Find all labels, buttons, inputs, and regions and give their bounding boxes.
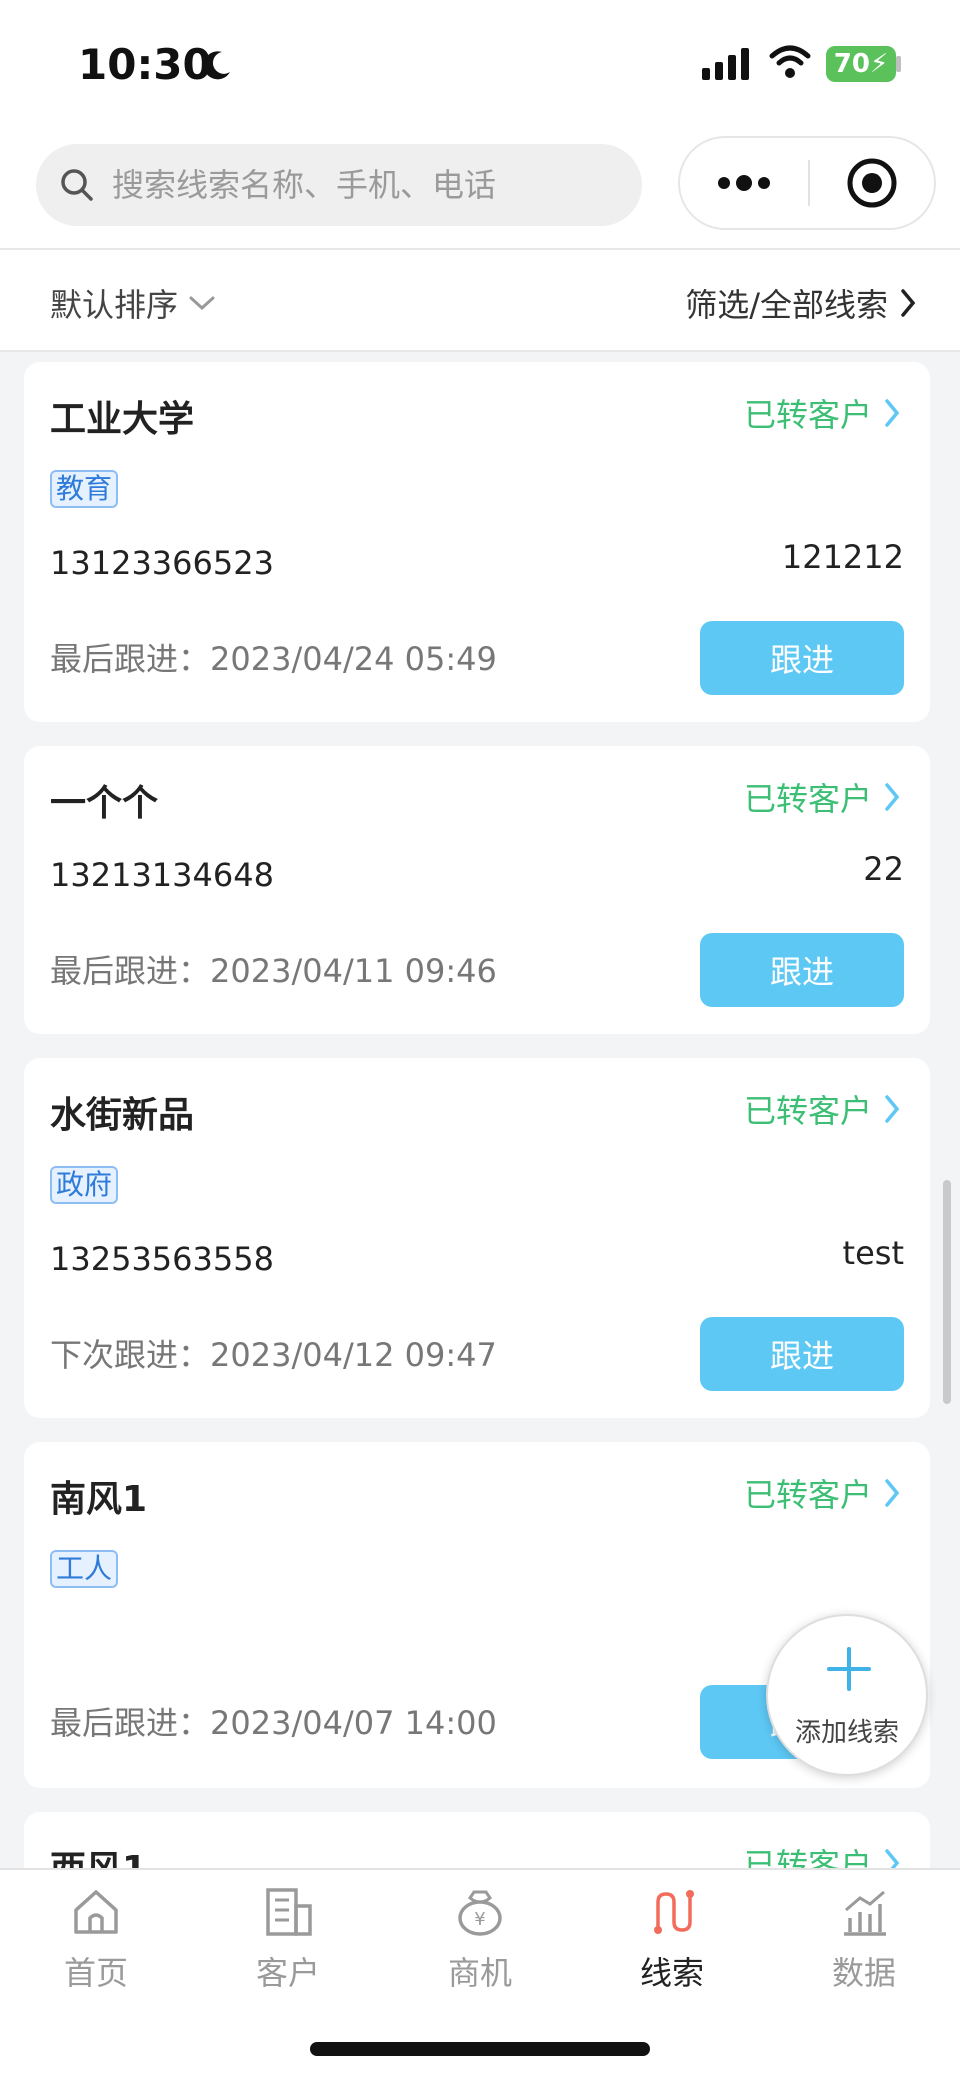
lead-card[interactable]: 工业大学 已转客户 教育 13123366523 121212 最后跟进：202…	[24, 362, 930, 722]
follow-time: 2023/04/07 14:00	[210, 1704, 497, 1742]
sort-dropdown[interactable]: 默认排序	[50, 280, 216, 326]
follow-label: 最后跟进：	[50, 1704, 211, 1742]
home-icon	[74, 1890, 118, 1934]
lead-phone: 13213134648	[50, 856, 274, 894]
top-bar	[0, 130, 960, 250]
signal-icon	[702, 48, 749, 80]
lead-extra: 121212	[781, 538, 904, 576]
lead-status: 已转客户	[743, 780, 872, 818]
battery-indicator: 70 ⚡	[826, 46, 896, 82]
follow-up-button[interactable]: 跟进	[700, 1317, 904, 1391]
lead-tag: 工人	[50, 1550, 119, 1588]
add-lead-label: 添加线索	[794, 1718, 899, 1748]
follow-time: 2023/04/24 05:49	[210, 640, 497, 678]
lead-card[interactable]: 西风1 已转客户	[24, 1812, 930, 1868]
add-lead-button[interactable]: 添加线索	[766, 1614, 928, 1776]
chevron-right-icon	[885, 1849, 900, 1868]
lead-status-link[interactable]: 已转客户	[744, 1470, 900, 1516]
building-icon	[266, 1888, 312, 1936]
follow-info: 最后跟进：2023/04/11 09:46	[50, 946, 497, 992]
chevron-down-icon	[189, 296, 215, 311]
mini-program-capsule	[678, 136, 936, 230]
lead-name: 工业大学	[50, 399, 195, 440]
tab-opportunities[interactable]: ¥ 商机	[384, 1884, 576, 1994]
lead-status: 已转客户	[743, 1476, 872, 1514]
sort-label: 默认排序	[50, 286, 179, 324]
status-bar: 10:30 70 ⚡	[0, 0, 960, 130]
follow-up-button[interactable]: 跟进	[700, 621, 904, 695]
tab-label: 线索	[639, 1954, 704, 1992]
route-icon	[654, 1890, 694, 1934]
chevron-right-icon	[885, 399, 900, 427]
follow-info: 下次跟进：2023/04/12 09:47	[50, 1330, 497, 1376]
chevron-right-icon	[901, 289, 916, 317]
search-box[interactable]	[36, 144, 642, 226]
follow-up-button[interactable]: 跟进	[700, 933, 904, 1007]
chevron-right-icon	[885, 1479, 900, 1507]
filter-bar: 默认排序 筛选/全部线索	[0, 250, 960, 352]
tab-label: 客户	[255, 1954, 320, 1992]
moon-icon	[203, 51, 230, 80]
lead-extra: 22	[863, 850, 904, 888]
follow-info: 最后跟进：2023/04/24 05:49	[50, 634, 497, 680]
tab-label: 商机	[447, 1954, 512, 1992]
tab-customers[interactable]: 客户	[192, 1884, 384, 1994]
tab-label: 数据	[831, 1954, 896, 1992]
more-button[interactable]	[680, 138, 808, 228]
scrollbar-thumb[interactable]	[943, 1180, 951, 1404]
lead-status-link[interactable]: 已转客户	[744, 1840, 900, 1868]
lead-name: 南风1	[50, 1479, 148, 1520]
lead-status-link[interactable]: 已转客户	[744, 1086, 900, 1132]
follow-info: 最后跟进：2023/04/07 14:00	[50, 1698, 497, 1744]
money-bag-icon: ¥	[458, 1890, 502, 1936]
tab-data[interactable]: 数据	[768, 1884, 960, 1994]
follow-label: 最后跟进：	[50, 952, 211, 990]
lead-card[interactable]: 水街新品 已转客户 政府 13253563558 test 下次跟进：2023/…	[24, 1058, 930, 1418]
lead-status: 已转客户	[743, 1846, 872, 1868]
search-input[interactable]	[110, 165, 634, 205]
battery-cap	[896, 56, 901, 72]
chart-icon	[844, 1890, 886, 1936]
home-indicator	[310, 2042, 650, 2056]
target-close-icon	[847, 158, 897, 208]
lead-name: 水街新品	[50, 1095, 195, 1136]
lead-extra: test	[842, 1234, 904, 1272]
chevron-right-icon	[885, 783, 900, 811]
lead-name: 西风1	[50, 1840, 147, 1868]
chevron-right-icon	[885, 1095, 900, 1123]
lead-status-link[interactable]: 已转客户	[744, 390, 900, 436]
follow-label: 最后跟进：	[50, 640, 211, 678]
tab-label: 首页	[63, 1954, 128, 1992]
tab-home[interactable]: 首页	[0, 1884, 192, 1994]
lead-phone: 13123366523	[50, 544, 274, 582]
lead-card[interactable]: 一个个 已转客户 13213134648 22 最后跟进：2023/04/11 …	[24, 746, 930, 1034]
close-miniprogram-button[interactable]	[810, 138, 934, 228]
status-time: 10:30	[78, 40, 212, 89]
more-dots-icon	[718, 175, 770, 191]
follow-time: 2023/04/12 09:47	[210, 1336, 497, 1374]
wifi-icon	[769, 45, 811, 78]
filter-label: 筛选/全部线索	[685, 286, 888, 324]
search-icon	[61, 169, 93, 201]
plus-icon	[827, 1647, 871, 1691]
tab-bar: 首页 客户 ¥ 商机 线索 数据	[0, 1868, 960, 2081]
filter-button[interactable]: 筛选/全部线索	[685, 280, 916, 326]
tab-leads[interactable]: 线索	[576, 1884, 768, 1994]
lead-phone: 13253563558	[50, 1240, 274, 1278]
lead-tag: 政府	[50, 1166, 119, 1204]
lead-status-link[interactable]: 已转客户	[744, 774, 900, 820]
lead-status: 已转客户	[743, 396, 872, 434]
lead-status: 已转客户	[743, 1092, 872, 1130]
follow-time: 2023/04/11 09:46	[210, 952, 497, 990]
lead-name: 一个个	[50, 783, 159, 824]
lead-tag: 教育	[50, 470, 119, 508]
svg-text:¥: ¥	[474, 1909, 485, 1930]
follow-label: 下次跟进：	[50, 1336, 211, 1374]
